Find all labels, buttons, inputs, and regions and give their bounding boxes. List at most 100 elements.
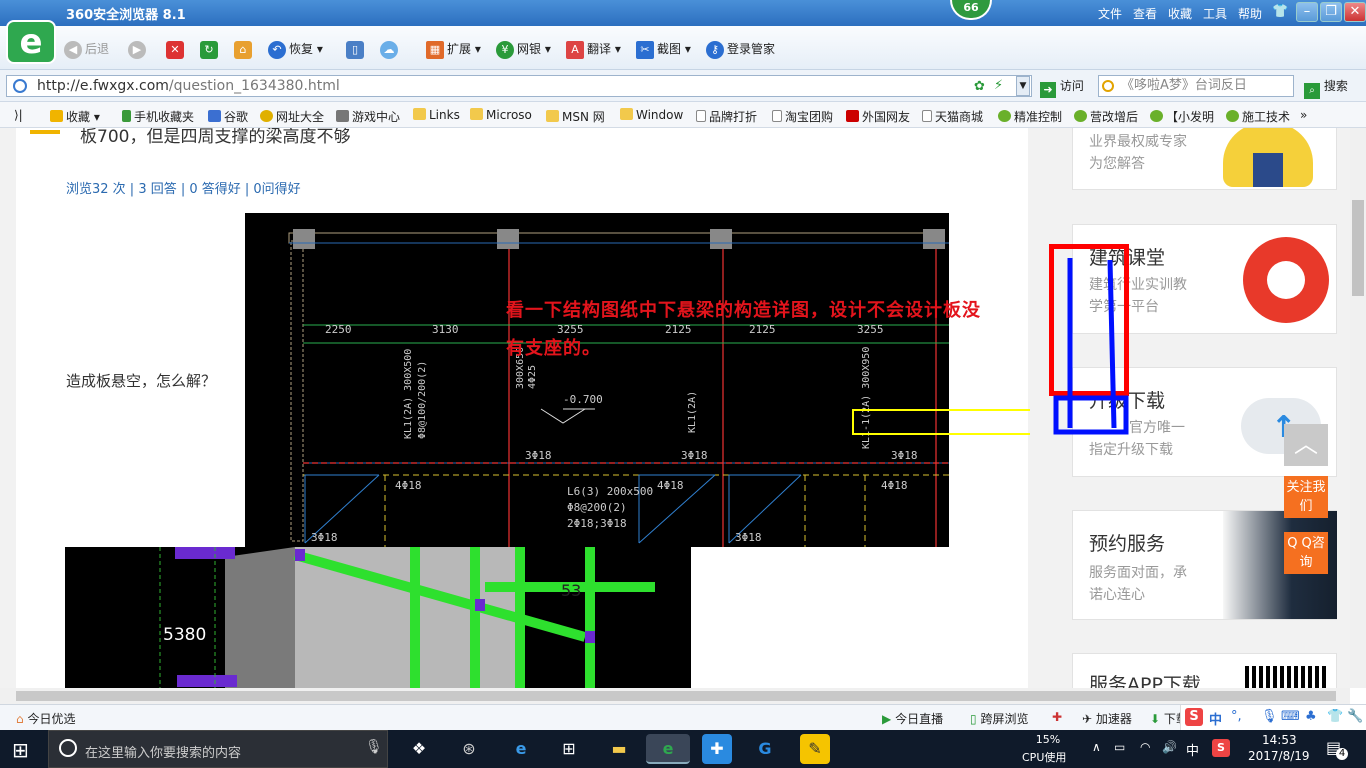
mic-icon[interactable]: 🎙 <box>1261 709 1278 724</box>
hscroll-thumb[interactable] <box>16 691 1336 701</box>
maximize-button[interactable]: ❐ <box>1320 2 1342 22</box>
favorites-bar: ⟩| 收藏 ▾ 手机收藏夹 谷歌 网址大全 游戏中心 Links Microso… <box>0 102 1366 128</box>
stop-button[interactable]: ✕ <box>166 38 187 60</box>
sidebar-card-experts[interactable]: 业界最权威专家 为您解答 <box>1072 128 1337 190</box>
cloud-button[interactable]: ☁ <box>380 38 401 60</box>
fav-item-construction[interactable]: 施工技术 <box>1226 108 1290 125</box>
fav-item-tax[interactable]: 营改增后 <box>1074 108 1138 125</box>
phone-icon <box>122 110 131 122</box>
phone-button[interactable]: ▯ <box>346 38 367 60</box>
cross-screen-button[interactable]: ▯ 跨屏浏览 <box>970 710 1028 727</box>
address-bar[interactable]: http://e.fwxgx.com/question_1634380.html <box>6 75 1032 97</box>
skin-icon[interactable]: ♣ <box>1305 709 1317 724</box>
notes-icon[interactable]: ✎ <box>800 734 830 764</box>
file-explorer-icon[interactable]: ▬ <box>604 734 634 764</box>
today-picks[interactable]: ⌂ 今日优选 <box>16 710 75 727</box>
fav-item-windows[interactable]: Window <box>620 108 683 122</box>
fav-item-control[interactable]: 精准控制 <box>998 108 1062 125</box>
task-view-icon[interactable]: ❖ <box>404 734 434 764</box>
network-icon[interactable]: ◠ <box>1140 740 1150 754</box>
security-shield-icon[interactable]: ✿ <box>974 79 985 94</box>
clock-date[interactable]: 2017/8/19 <box>1248 749 1310 763</box>
go-button[interactable]: ➜ 访问 <box>1040 76 1084 98</box>
fav-item-tmall[interactable]: 天猫商城 <box>922 108 983 125</box>
edge-icon[interactable]: e <box>506 734 536 764</box>
microphone-icon[interactable]: 🎙 <box>365 739 383 755</box>
app-blue-icon[interactable]: ✚ <box>702 734 732 764</box>
fav-item-microsoft[interactable]: Microso <box>470 108 532 122</box>
shirt-icon[interactable]: 👕 <box>1327 709 1343 724</box>
back-to-top-icon[interactable]: ︿ <box>1284 424 1328 466</box>
question-stats[interactable]: 浏览32 次 | 3 回答 | 0 答得好 | 0问得好 <box>66 178 301 197</box>
sogou-tray-icon[interactable]: S <box>1212 739 1230 757</box>
extend-button[interactable]: ▦ 扩展 ▾ <box>426 38 481 60</box>
fav-item-links[interactable]: Links <box>413 108 460 122</box>
store-icon[interactable]: ⊞ <box>554 734 584 764</box>
menu-view[interactable]: 查看 <box>1133 5 1157 22</box>
forward-button[interactable]: ▶ <box>128 38 149 60</box>
fav-item-collect[interactable]: 收藏 ▾ <box>50 108 100 125</box>
more-favorites-icon[interactable]: » <box>1300 108 1307 122</box>
fav-item-brand[interactable]: 品牌打折 <box>696 108 757 125</box>
url-path: /question_1634380.html <box>168 78 340 94</box>
live-button[interactable]: ▶ 今日直播 <box>882 710 943 727</box>
sidebar-toggle-icon[interactable]: ⟩| <box>14 108 23 122</box>
menu-help[interactable]: 帮助 <box>1238 5 1262 22</box>
close-button[interactable]: ✕ <box>1344 2 1366 22</box>
speed-bolt-icon[interactable]: ⚡ <box>994 78 1003 93</box>
vertical-scrollbar[interactable] <box>1350 128 1366 688</box>
gamepad-icon <box>336 110 349 122</box>
shield-status-icon[interactable]: ✚ <box>1052 710 1062 724</box>
fav-item-sites[interactable]: 网址大全 <box>260 108 324 125</box>
menu-file[interactable]: 文件 <box>1098 5 1122 22</box>
volume-icon[interactable]: 🔊 <box>1162 740 1177 754</box>
fav-item-games[interactable]: 游戏中心 <box>336 108 400 125</box>
fav-item-taobao[interactable]: 淘宝团购 <box>772 108 833 125</box>
translate-button[interactable]: A 翻译 ▾ <box>566 38 621 60</box>
fav-item-foreign[interactable]: 外国网友 <box>846 108 910 125</box>
ime-lang[interactable]: 中 <box>1209 709 1222 728</box>
tray-device-icon[interactable]: ▭ <box>1114 740 1125 754</box>
accel-label: 加速器 <box>1095 712 1132 726</box>
url-dropdown-icon[interactable]: ▼ <box>1016 76 1030 96</box>
browser-360-taskbar-icon[interactable]: e <box>646 734 690 764</box>
screenshot-button[interactable]: ✂ 截图 ▾ <box>636 38 691 60</box>
menu-favorites[interactable]: 收藏 <box>1168 5 1192 22</box>
keyboard-icon[interactable]: ⌨ <box>1281 709 1300 724</box>
refresh-button[interactable]: ↻ <box>200 38 221 60</box>
back-arrow-icon: ◀ <box>64 40 82 59</box>
input-lang[interactable]: 中 <box>1186 740 1199 759</box>
search-engine-icon[interactable] <box>1102 80 1114 92</box>
browser-logo-icon[interactable]: e <box>6 20 56 64</box>
tray-chevron-icon[interactable]: ∧ <box>1092 740 1101 754</box>
minimize-button[interactable]: – <box>1296 2 1318 22</box>
search-input[interactable]: 《哆啦A梦》台词反日 <box>1098 75 1294 97</box>
back-button[interactable]: ◀ 后退 <box>64 38 109 60</box>
skin-icon[interactable]: 👕 <box>1272 4 1288 19</box>
app-swirl-icon[interactable]: ⊛ <box>454 734 484 764</box>
fav-item-invention[interactable]: 【小发明 <box>1150 108 1214 125</box>
ime-toolbar[interactable]: S 中 °, 🎙 ⌨ ♣ 👕 🔧 <box>1180 705 1366 731</box>
windows-start-icon[interactable]: ⊞ <box>12 738 29 762</box>
search-button[interactable]: ⌕ 搜索 <box>1304 76 1348 99</box>
menu-tools[interactable]: 工具 <box>1203 5 1227 22</box>
wrench-icon[interactable]: 🔧 <box>1347 709 1363 724</box>
restore-button[interactable]: ↶ 恢复 ▾ <box>268 38 323 60</box>
fav-item-msn[interactable]: MSN 网 <box>546 108 605 125</box>
go-label: 访问 <box>1059 79 1084 93</box>
bank-button[interactable]: ¥ 网银 ▾ <box>496 38 551 60</box>
taskbar-search-box[interactable]: 在这里输入你要搜索的内容 🎙 <box>48 730 388 768</box>
punct-icon[interactable]: °, <box>1231 709 1242 724</box>
login-manager-button[interactable]: ⚷ 登录管家 <box>706 38 775 60</box>
accelerator-button[interactable]: ✈ 加速器 <box>1082 710 1132 727</box>
follow-us-button[interactable]: 关注我们 <box>1284 476 1328 518</box>
fav-item-google[interactable]: 谷歌 <box>208 108 248 125</box>
app-g-icon[interactable]: G <box>750 734 780 764</box>
sidebar-card-app[interactable]: 服务APP下载 <box>1072 653 1337 688</box>
clock-time[interactable]: 14:53 <box>1262 733 1297 747</box>
qq-consult-button[interactable]: Q Q咨询 <box>1284 532 1328 574</box>
horizontal-scrollbar[interactable] <box>0 688 1350 704</box>
scroll-thumb[interactable] <box>1352 200 1364 296</box>
fav-item-mobile[interactable]: 手机收藏夹 <box>122 108 194 125</box>
home-button[interactable]: ⌂ <box>234 38 255 60</box>
